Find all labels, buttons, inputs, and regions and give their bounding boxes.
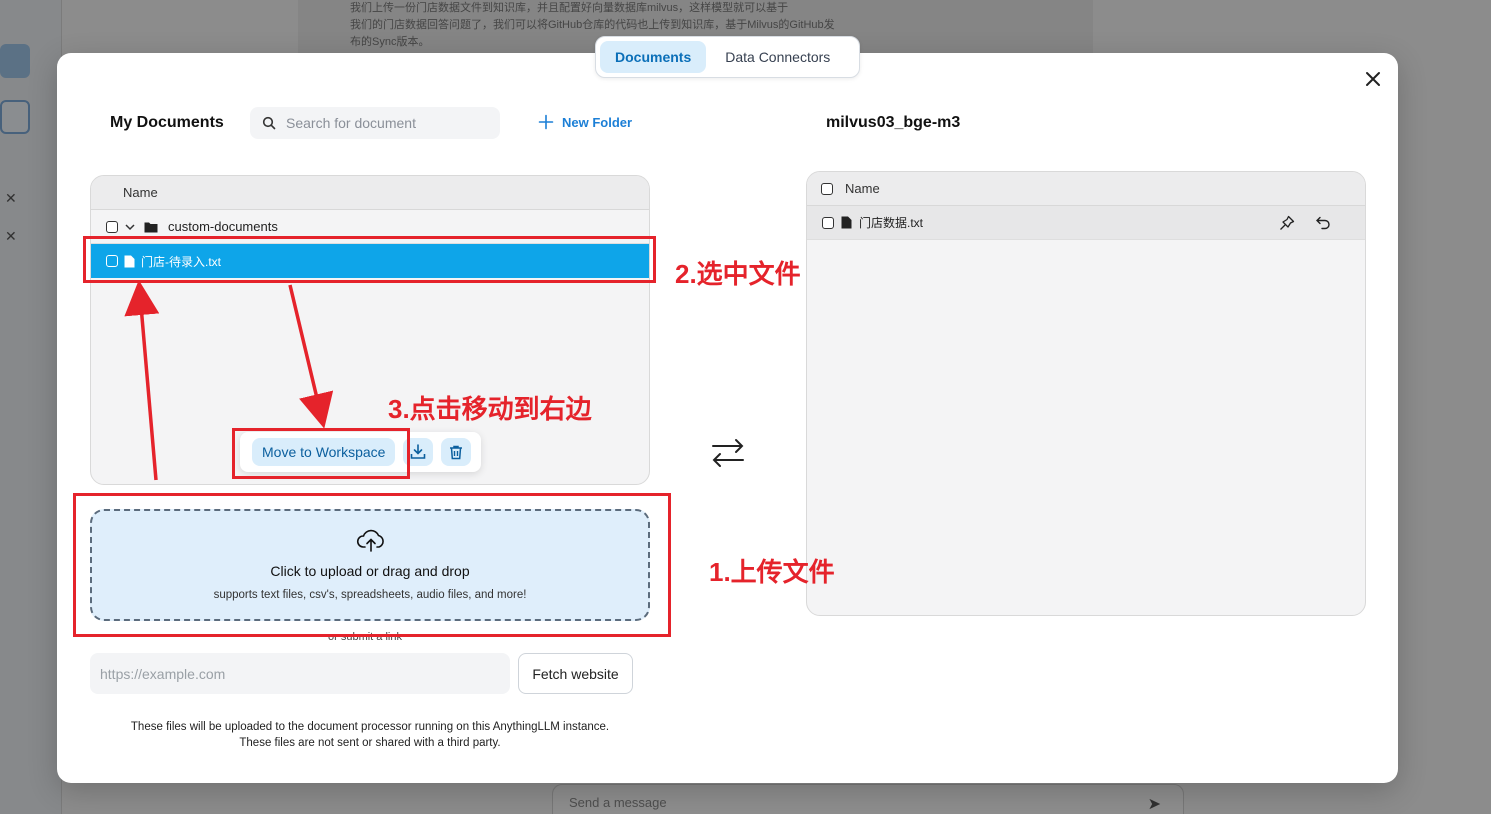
workspace-header: Name [807,172,1365,206]
name-column-header: Name [845,181,880,196]
folder-name: custom-documents [168,219,278,234]
workspace-file-name: 门店数据.txt [859,216,924,230]
close-icon [1366,72,1380,86]
name-column-header: Name [91,176,649,210]
workspace-file-checkbox[interactable] [822,216,834,229]
url-input[interactable] [90,653,510,694]
tab-documents[interactable]: Documents [600,41,707,73]
search-input[interactable] [286,115,486,131]
annotation-box-upload [73,493,671,637]
workspace-file-row[interactable]: 门店数据.txt [807,206,1365,240]
new-folder-label: New Folder [562,114,633,130]
modal-tabs: Documents Data Connectors [595,36,860,78]
pin-icon[interactable] [1279,215,1295,231]
annotation-box-move [232,428,410,479]
fetch-website-button[interactable]: Fetch website [518,653,633,694]
workspace-select-all-checkbox[interactable] [821,182,833,195]
chevron-down-icon[interactable] [124,221,136,233]
document-search [250,107,500,139]
trash-icon [450,445,463,460]
annotation-step-2: 2.选中文件 [675,259,801,289]
file-icon [841,216,852,229]
annotation-step-3: 3.点击移动到右边 [388,394,592,424]
workspace-title: milvus03_bge-m3 [826,114,961,131]
tab-data-connectors[interactable]: Data Connectors [710,41,845,73]
search-icon [262,116,276,130]
folder-checkbox[interactable] [106,220,118,233]
annotation-step-1: 1.上传文件 [709,557,835,587]
delete-button[interactable] [441,438,472,466]
undo-icon[interactable] [1315,215,1331,231]
download-icon [411,444,426,459]
folder-icon [144,222,158,232]
disclaimer-line: These files are not sent or shared with … [239,737,501,749]
plus-icon [538,114,554,130]
disclaimer-line: These files will be uploaded to the docu… [130,721,610,733]
new-folder-button[interactable]: New Folder [538,114,632,130]
upload-disclaimer: These files will be uploaded to the docu… [90,719,650,751]
close-modal-button[interactable] [1363,69,1383,89]
annotation-box-file [83,236,656,283]
my-documents-title: My Documents [110,114,224,131]
swap-arrows-icon [712,439,744,467]
workspace-panel: Name 门店数据.txt [806,171,1366,616]
